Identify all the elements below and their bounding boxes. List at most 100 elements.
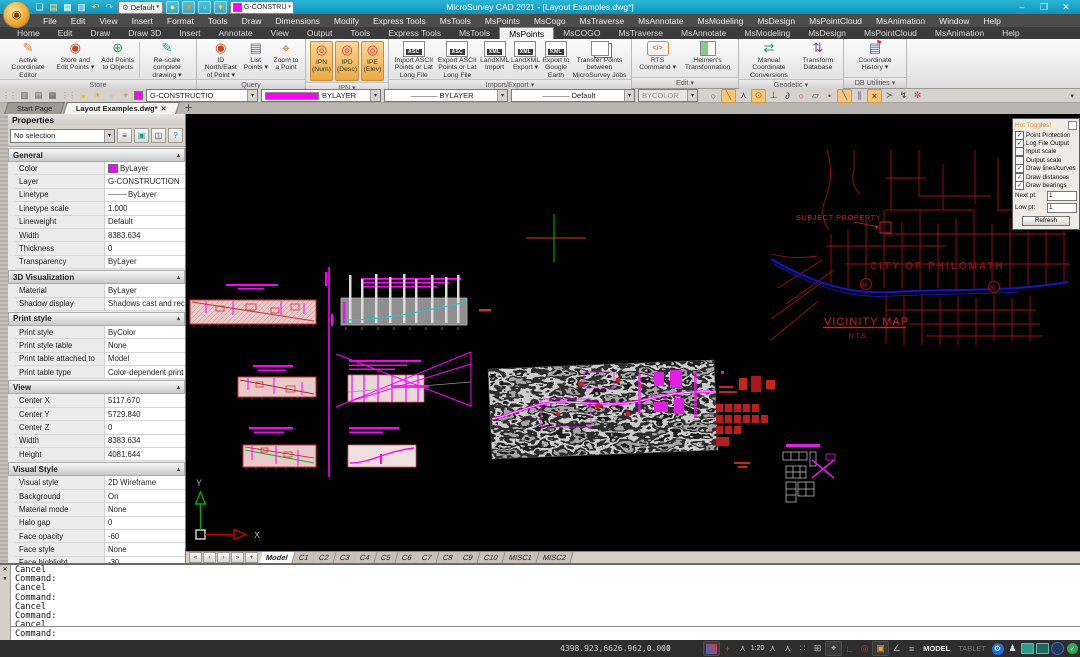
add-layout-button[interactable]: + (245, 552, 258, 563)
grid-icon[interactable]: ⊞ (810, 642, 825, 655)
ribbon-tab[interactable]: MsCOGO (554, 27, 609, 39)
collapse-arrow-icon[interactable] (177, 466, 180, 473)
list-points-button[interactable]: List Points ▾ (242, 40, 270, 72)
user-icon[interactable]: ♟ (1005, 642, 1020, 655)
minimize-button[interactable]: – (1016, 2, 1028, 13)
group-title-db-utilities[interactable]: DB Utilities ▾ (844, 77, 906, 88)
lineweight-combo[interactable]: ———— Default ▾ (511, 89, 635, 102)
toolbar-overflow-icon[interactable]: ▾ (1070, 92, 1074, 100)
property-value[interactable]: 0 (105, 516, 185, 529)
next-pt-input[interactable] (1047, 190, 1077, 201)
intersection-snap-icon[interactable] (867, 88, 882, 103)
publish-icon[interactable]: ▦ (47, 90, 58, 101)
ribbon-tab[interactable]: Home (8, 27, 49, 39)
menu-item[interactable]: File (36, 16, 64, 26)
property-row[interactable]: Print table attached to Model (15, 352, 185, 367)
property-row[interactable]: Linetype scale 1.000 (15, 202, 185, 216)
ribbon-tab[interactable]: Help (993, 27, 1028, 39)
property-row[interactable]: Linetype ByLayer (15, 188, 185, 203)
command-options-icon[interactable] (3, 575, 6, 582)
section-header-3d[interactable]: 3D Visualization (8, 270, 185, 285)
menu-item[interactable]: Draw (235, 16, 269, 26)
chevron-down-icon[interactable]: ▾ (497, 90, 507, 101)
coordinate-history-button[interactable]: Coordinate History ▾ (849, 40, 901, 72)
draw-order-icon[interactable] (703, 641, 721, 656)
property-value[interactable]: Shadows cast and received (105, 297, 185, 310)
annotation-visibility-icon[interactable]: ⋏ (735, 642, 750, 655)
ribbon-tab[interactable]: MsModeling (735, 27, 799, 39)
property-row[interactable]: Face opacity -60 (15, 529, 185, 544)
bulb-icon[interactable]: ● (78, 90, 89, 101)
property-value[interactable]: 4081.644 (105, 448, 185, 461)
next-layout-button[interactable]: › (217, 552, 230, 563)
ribbon-tab[interactable]: MsAnimation (926, 27, 993, 39)
layer-unlock-icon[interactable]: ▫ (198, 0, 212, 14)
lock-icon[interactable]: ✦ (120, 90, 131, 101)
preview-icon[interactable]: ▤ (33, 90, 44, 101)
helmert-transformation-button[interactable]: Helmert's Transformation (680, 40, 735, 72)
perpendicular-snap-icon[interactable] (767, 90, 780, 102)
menu-item[interactable]: Tools (201, 16, 235, 26)
properties-panel-title[interactable]: Properties (8, 114, 185, 125)
ipn-num-button[interactable]: IPN (Num) (310, 41, 333, 81)
property-row[interactable]: Print style table None (15, 339, 185, 353)
clear-snaps-icon[interactable] (911, 90, 924, 102)
freeze-icon[interactable]: ▫ (106, 90, 117, 101)
property-row[interactable]: Halo gap 0 (15, 516, 185, 530)
layer-combo[interactable]: G-CONSTRUCTIO ▾ (146, 89, 258, 102)
layer-thaw-icon[interactable]: ☀ (182, 0, 196, 14)
plot-icon[interactable]: ▥ (76, 2, 87, 13)
layout-tab[interactable]: Model (259, 552, 296, 563)
property-value[interactable]: ByLayer (105, 255, 185, 269)
section-header-general[interactable]: General (8, 148, 185, 162)
property-row[interactable]: Material ByLayer (15, 284, 185, 298)
lineweight-toggle-icon[interactable]: ≡ (904, 642, 919, 655)
collapse-arrow-icon[interactable] (177, 152, 180, 159)
menu-item[interactable]: Format (160, 16, 201, 26)
property-row[interactable]: Print style ByColor (15, 325, 185, 340)
menu-item[interactable]: Edit (64, 16, 93, 26)
ribbon-tab[interactable]: Express Tools (379, 27, 450, 39)
selection-combo[interactable]: No selection ▾ (10, 128, 115, 143)
print-icon[interactable]: ▥ (19, 90, 30, 101)
color-combo[interactable]: BYLAYER ▾ (261, 89, 381, 102)
ribbon-tab[interactable]: Edit (49, 27, 82, 39)
group-title-edit[interactable]: Edit ▾ (632, 77, 738, 88)
property-value[interactable]: ByLayer (105, 284, 185, 297)
ribbon-tab[interactable]: MsPoints (499, 27, 555, 39)
ortho-icon[interactable]: ∟ (842, 642, 857, 655)
first-layout-button[interactable]: « (189, 552, 202, 563)
screen-share-icon[interactable] (1020, 642, 1035, 655)
layout-tab[interactable]: C10 (477, 552, 506, 563)
panel-drag-handle[interactable] (0, 114, 8, 563)
property-value[interactable]: ByColor (105, 325, 185, 339)
panel-minimize-button[interactable] (1068, 120, 1077, 130)
ribbon-tab[interactable]: Annotate (210, 27, 262, 39)
ribbon-tab[interactable]: Output (298, 27, 342, 39)
midpoint-snap-icon[interactable] (737, 90, 750, 102)
toggle-pickadd-icon[interactable]: ≡ (117, 128, 132, 143)
property-row[interactable]: Width 8383.634 (15, 434, 185, 449)
settings-gear-icon[interactable]: ⚙ (990, 642, 1005, 655)
rescale-drawing-button[interactable]: Re-scale complete drawing ▾ (141, 40, 193, 79)
redo-icon[interactable]: ↷ (104, 2, 115, 13)
menu-item[interactable]: Dimensions (269, 16, 327, 26)
menu-item[interactable]: MsPointCloud (802, 16, 869, 26)
annotation-scale-value[interactable]: 1:20 (750, 642, 765, 655)
ribbon-tab[interactable]: MsDesign (799, 27, 855, 39)
point-snap-icon[interactable] (823, 90, 836, 102)
select-objects-icon[interactable]: ▣ (134, 128, 149, 143)
node-snap-icon[interactable] (795, 90, 808, 102)
property-value[interactable]: 0 (105, 421, 185, 434)
status-ok-icon[interactable]: ✓ (1065, 642, 1080, 655)
property-row[interactable]: Height 4081.644 (15, 448, 185, 462)
menu-item[interactable]: View (92, 16, 124, 26)
property-row[interactable]: Center Y 5729.840 (15, 407, 185, 422)
polar-icon[interactable]: ◎ (857, 642, 872, 655)
property-value[interactable]: Model (105, 352, 185, 366)
ribbon-tab[interactable]: View (262, 27, 298, 39)
export-ascii-button[interactable]: ASC Export ASCII Points or Lat Long File (436, 40, 480, 79)
property-value[interactable]: Color-dependent print style (105, 366, 185, 379)
property-row[interactable]: Layer G-CONSTRUCTION (15, 175, 185, 189)
snap-icon[interactable]: ⌖ (825, 641, 843, 656)
